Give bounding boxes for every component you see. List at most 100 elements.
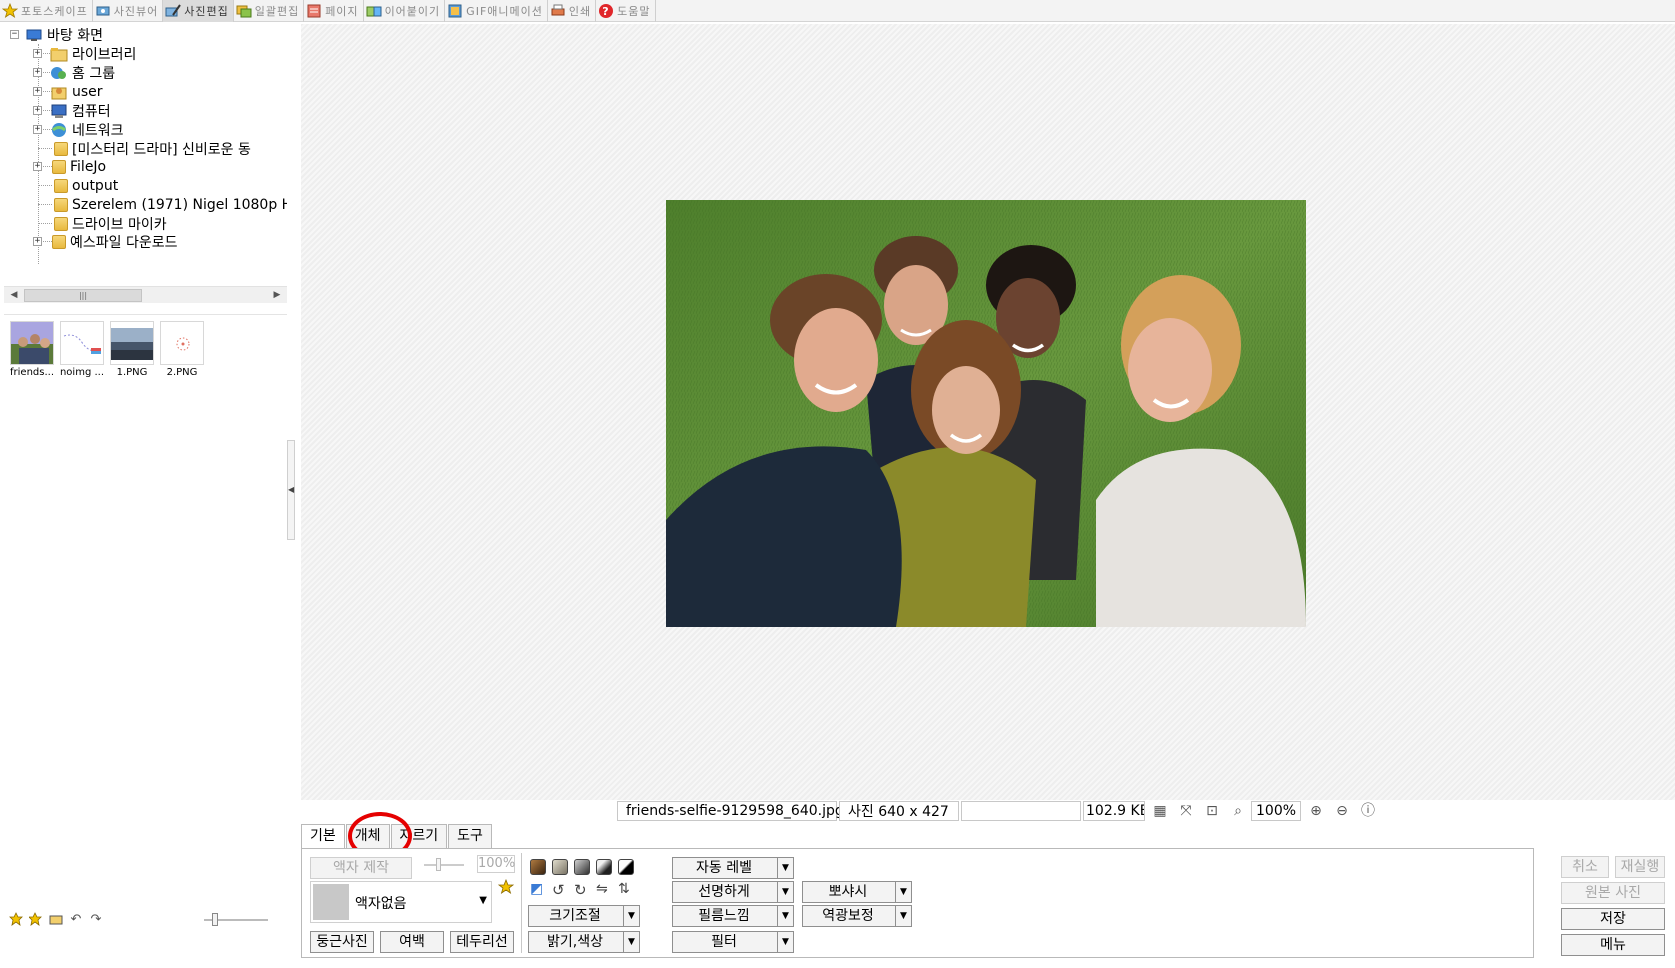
frame-opacity-value[interactable]: 100% [477,855,515,873]
thumbnail-size-slider[interactable] [204,913,268,926]
open-folder-icon[interactable] [48,912,64,928]
scroll-right-icon[interactable]: ▶ [269,289,285,302]
undo-button[interactable]: 취소 [1561,856,1609,878]
frame-select-dropdown[interactable]: 액자없음 ▼ [310,881,492,923]
zoom-fit-icon[interactable]: ⊡ [1203,802,1221,820]
tone-sepia-icon[interactable] [530,859,546,875]
slider-knob[interactable] [436,858,441,871]
scrollbar-thumb[interactable]: ||| [24,289,142,302]
tab-print[interactable]: 인쇄 [548,0,597,22]
tab-basic[interactable]: 기본 [301,824,345,850]
resize-dropdown[interactable]: 크기조절 ▼ [528,905,640,927]
user-icon [50,84,68,100]
border-line-button[interactable]: 테두리선 [450,931,514,953]
auto-level-dropdown[interactable]: 자동 레벨 ▼ [672,857,794,879]
tab-gif[interactable]: GIF애니메이션 [445,0,548,22]
film-effect-dropdown[interactable]: 필름느낌 ▼ [672,905,794,927]
soften-dropdown[interactable]: 뽀샤시 ▼ [802,881,912,903]
expand-icon[interactable]: + [33,87,42,96]
slider-knob[interactable] [212,913,218,926]
expand-icon[interactable]: + [33,237,42,246]
thumbnail-item[interactable]: noimg ... [59,321,105,378]
frame-create-button[interactable]: 액자 제작 [310,857,412,879]
tone-contrast-icon[interactable] [596,859,612,875]
star-icon [1,2,19,19]
page-icon [306,3,322,19]
redo-button[interactable]: 재실행 [1615,856,1665,878]
rounded-photo-button[interactable]: 둥근사진 [310,931,374,953]
flip-vertical-icon[interactable]: ⇅ [618,881,634,897]
thumbnail-item[interactable]: 1.PNG [109,321,155,378]
tab-batch[interactable]: 일괄편집 [234,0,305,22]
expand-icon[interactable]: + [33,68,42,77]
photo-viewer-area[interactable] [301,24,1675,800]
scroll-left-icon[interactable]: ◀ [6,289,22,302]
collapse-icon[interactable]: − [10,30,19,39]
rotate-right-icon[interactable]: ↻ [574,881,590,899]
tone-gray-icon[interactable] [574,859,590,875]
filter-dropdown[interactable]: 필터 ▼ [672,931,794,953]
resize-label: 크기조절 [549,908,601,924]
info-icon[interactable]: ⓘ [1359,802,1377,820]
fit-screen-icon[interactable]: ⤧ [1177,802,1195,820]
brightness-color-dropdown[interactable]: 밝기,색상 ▼ [528,931,640,953]
zoom-actual-icon[interactable]: ⌕ [1229,802,1247,820]
tree-item-yesfile[interactable]: + 예스파일 다운로드 [33,232,178,251]
expand-icon[interactable]: + [33,106,42,115]
tree-item-library[interactable]: + 라이브러리 [33,44,136,63]
tree-item-output[interactable]: output [52,176,118,195]
sharpen-dropdown[interactable]: 선명하게 ▼ [672,881,794,903]
tab-editor[interactable]: 사진편집 [163,0,234,22]
thumbnail-caption: 2.PNG [166,367,198,378]
tree-item-label: output [72,177,119,194]
add-favorite-icon[interactable] [28,912,44,928]
tab-photoscape[interactable]: 포토스케이프 [0,0,93,22]
tone-bw-icon[interactable] [618,859,634,875]
tab-page[interactable]: 페이지 [304,0,364,22]
tree-item-user[interactable]: + user [33,82,103,101]
forward-icon[interactable]: ↷ [88,912,104,928]
thumbnail-item[interactable]: 2.PNG [159,321,205,378]
expand-icon[interactable]: + [33,162,42,171]
tab-combine[interactable]: 이어붙이기 [364,0,446,22]
back-icon[interactable]: ↶ [68,912,84,928]
frame-opacity-slider[interactable] [424,858,464,871]
expand-icon[interactable]: + [33,125,42,134]
tree-item-computer[interactable]: + 컴퓨터 [33,101,111,120]
original-photo-button[interactable]: 원본 사진 [1561,882,1665,904]
zoom-out-icon[interactable]: ⊖ [1333,802,1351,820]
tab-tools[interactable]: 도구 [448,824,492,848]
zoom-in-icon[interactable]: ⊕ [1307,802,1325,820]
tree-horizontal-scrollbar[interactable]: ◀ ||| ▶ [4,286,287,303]
margin-button[interactable]: 여백 [380,931,444,953]
menu-button[interactable]: 메뉴 [1561,934,1665,956]
tree-item-homegroup[interactable]: + 홈 그룹 [33,63,115,82]
expand-icon[interactable]: + [33,49,42,58]
tab-label: GIF애니메이션 [466,5,543,18]
transparency-icon[interactable]: ▦ [1151,802,1169,820]
chevron-down-icon: ▼ [895,882,911,902]
folder-tree[interactable]: − 바탕 화면 + 라이브러리 + 홈 그룹 + user + 컴퓨터 + 네트… [4,24,287,284]
tree-item-network[interactable]: + 네트워크 [33,120,124,139]
rotate-left-icon[interactable]: ↺ [552,881,568,899]
tree-item-szerelem[interactable]: Szerelem (1971) Nigel 1080p HD [52,195,287,214]
backlight-dropdown[interactable]: 역광보정 ▼ [802,905,912,927]
rotate-free-icon[interactable]: ◩ [530,881,546,897]
save-button[interactable]: 저장 [1561,908,1665,930]
favorite-frame-icon[interactable] [497,878,515,899]
edited-photo [666,200,1306,627]
tree-root-desktop[interactable]: − 바탕 화면 [10,24,103,45]
left-pane: − 바탕 화면 + 라이브러리 + 홈 그룹 + user + 컴퓨터 + 네트… [4,24,287,968]
tab-help[interactable]: ? 도움말 [596,0,656,22]
tone-light-icon[interactable] [552,859,568,875]
tab-viewer[interactable]: 사진뷰어 [93,0,164,22]
flip-horizontal-icon[interactable]: ⇋ [596,881,612,897]
tree-item-filejo[interactable]: + FileJo [33,157,106,176]
desktop-icon [25,27,43,43]
favorite-star-icon[interactable] [8,912,24,928]
pane-splitter-collapse[interactable]: ◀ [287,440,295,540]
tree-item-drive-my-car[interactable]: 드라이브 마이카 [52,214,167,233]
tree-item-folder-drama[interactable]: [미스터리 드라마] 신비로운 동 [52,139,251,158]
thumbnail-item[interactable]: friends... [9,321,55,378]
folder-icon [54,197,68,212]
